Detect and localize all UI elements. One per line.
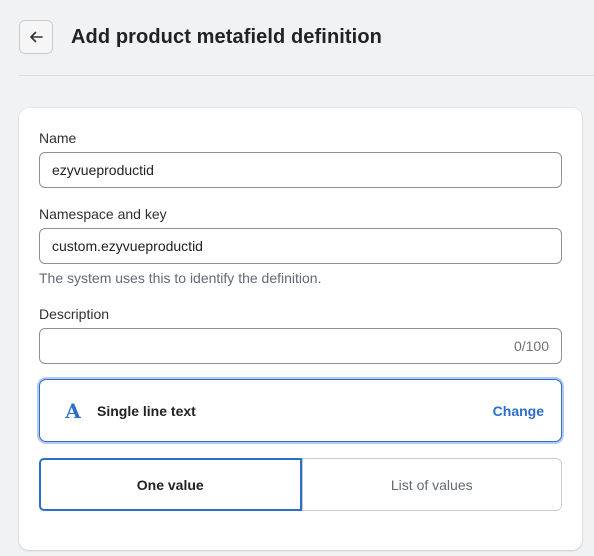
description-input[interactable]: 0/100 — [39, 328, 562, 364]
namespace-key-label: Namespace and key — [39, 206, 167, 222]
change-type-button[interactable]: Change — [493, 403, 544, 419]
value-mode-toggle: One value List of values — [39, 458, 562, 511]
page-title: Add product metafield definition — [71, 26, 382, 48]
namespace-key-input[interactable]: custom.ezyvueproductid — [39, 228, 562, 264]
type-label: Single line text — [97, 403, 196, 419]
type-selector[interactable]: A Single line text Change — [39, 379, 562, 442]
one-value-option[interactable]: One value — [39, 458, 302, 511]
list-of-values-option[interactable]: List of values — [301, 459, 562, 510]
arrow-left-icon — [30, 31, 43, 43]
namespace-key-help-text: The system uses this to identify the def… — [39, 270, 322, 286]
name-label: Name — [39, 130, 77, 146]
back-button[interactable] — [19, 20, 53, 54]
metafield-form-card: Name ezyvueproductid Namespace and key c… — [19, 108, 582, 550]
character-counter: 0/100 — [513, 338, 549, 354]
name-input[interactable]: ezyvueproductid — [39, 152, 562, 188]
text-type-icon: A — [65, 399, 81, 423]
name-input-value: ezyvueproductid — [52, 162, 154, 178]
header-divider — [19, 75, 594, 76]
description-label: Description — [39, 306, 110, 322]
page-header: Add product metafield definition — [0, 0, 594, 76]
namespace-key-input-value: custom.ezyvueproductid — [52, 238, 203, 254]
